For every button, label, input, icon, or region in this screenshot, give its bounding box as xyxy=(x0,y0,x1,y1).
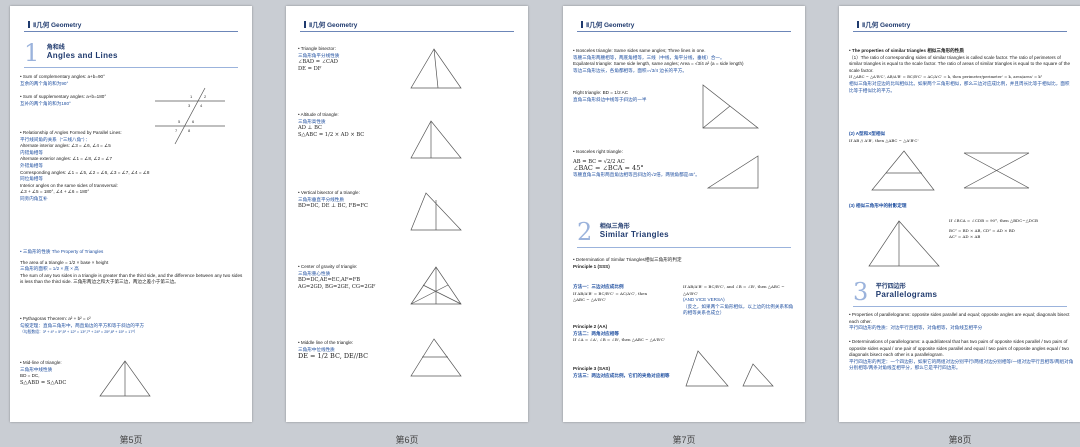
principle-sss: 方法一：三边对应成比例 If AB/A'B' = BC/B'C' = AC/A'… xyxy=(573,284,648,303)
principle-aa: Principle 2 (AA) 方法二：两角对应相等 If ∠A = ∠A', … xyxy=(573,324,666,343)
projection-triangle-diagram xyxy=(868,220,940,267)
svg-text:6: 6 xyxy=(192,119,195,124)
svg-text:2: 2 xyxy=(204,94,207,99)
isosceles-right-diagram xyxy=(706,155,759,189)
triangle-bisector: • Triangle bisector: 三角形角平分线性质 ∠BAD = ∠CA… xyxy=(298,46,340,72)
altitude-of-triangle: • Altitude of triangle: 三角形高性质 AD ⊥ BC S△A… xyxy=(298,112,365,138)
midline-triangle-diagram xyxy=(410,338,462,377)
projection-formulas: If ∠BCA = ∠CDB = 90°, then △BDC∼△DCB BC²… xyxy=(949,218,1038,240)
svg-text:1: 1 xyxy=(190,94,193,99)
page-header: Ⅱ几何 Geometry xyxy=(857,19,910,29)
triangle-properties: • 三角形的性质 The Property of Triangles The a… xyxy=(20,249,243,285)
page-number-label: 第5页 xyxy=(119,435,143,445)
a-and-x-similarity: (2) A型和X型相似 If AB // A'B', then △ABC ∼ △A… xyxy=(849,131,919,143)
page-number-label: 第6页 xyxy=(395,435,419,445)
altitude-triangle-diagram xyxy=(410,120,462,159)
page-number-label: 第8页 xyxy=(948,435,972,445)
vertical-bisector: • Vertical bisector of a triangle: 三角形垂直平… xyxy=(298,190,368,210)
right-triangle-diagram xyxy=(702,84,760,129)
page-5: Ⅱ几何 Geometry 1 角和线 Angles and Lines • Sum… xyxy=(10,6,252,422)
page-header: Ⅱ几何 Geometry xyxy=(304,19,357,29)
page-header: Ⅱ几何 Geometry xyxy=(28,19,81,29)
principle-sas-ratio: If AB/A'B' = BC/B'C', and ∠B = ∠B', then… xyxy=(683,284,794,316)
section-heading: 2 相似三角形 Similar Triangles xyxy=(577,218,669,246)
isosceles-right-triangle: • Isosceles right triangle: AB = BC = √2… xyxy=(573,149,700,177)
middle-line-of-triangle: • Middle line of the triangle: 三角形中位线性质 D… xyxy=(298,340,369,361)
isosceles-triangle: • Isosceles triangle: Same sides same an… xyxy=(573,48,744,73)
page-6: Ⅱ几何 Geometry • Triangle bisector: 三角形角平分线… xyxy=(286,6,528,422)
page-8: Ⅱ几何 Geometry • The properties of similar… xyxy=(839,6,1080,422)
page-7: Ⅱ几何 Geometry • Isosceles triangle: Same … xyxy=(563,6,805,422)
similar-triangle-properties: • The properties of similar triangles 相似… xyxy=(849,48,1071,93)
similar-triangle-determination: • Determination of Similar Triangles相似三角… xyxy=(573,257,682,269)
principle-sas: Principle 3 (SAS) 方法三：两边对应成比例，它们的夹角对应相等 xyxy=(573,366,670,378)
svg-text:3: 3 xyxy=(188,103,191,108)
complementary-angles: • Sum of complementary angles: a+b=90° 互余… xyxy=(20,74,105,86)
projection-theorem: (3) 相似三角形中的射影定理 xyxy=(849,203,907,208)
a-x-similarity-diagram xyxy=(871,150,1030,191)
svg-text:5: 5 xyxy=(178,119,181,124)
pythagoras-theorem: • Pythagoras Theorem: a² + b² = c² 勾股定理：直… xyxy=(20,316,145,335)
page-number-label: 第7页 xyxy=(672,435,696,445)
bisector-triangle-diagram xyxy=(410,48,462,89)
median-triangle-diagram xyxy=(99,360,151,397)
parallelogram-determinations: • Determinations of parallelograms: a qu… xyxy=(849,339,1074,371)
supplementary-angles: • Sum of supplementary angles: a+b=180° 互… xyxy=(20,94,107,106)
parallel-lines-angles: • Relationship of Angles Formed by Paral… xyxy=(20,130,150,201)
svg-text:4: 4 xyxy=(200,103,203,108)
similar-triangles-diagram xyxy=(685,350,774,387)
perpendicular-bisector-diagram xyxy=(410,192,462,231)
centroid-triangle-diagram xyxy=(410,266,462,305)
section-heading: 3 平行四边形 Parallelograms xyxy=(853,278,938,306)
parallelogram-properties: • Properties of parallelograms: opposite… xyxy=(849,312,1070,331)
section-heading: 1 角和线 Angles and Lines xyxy=(24,39,118,67)
page-header: Ⅱ几何 Geometry xyxy=(581,19,634,29)
center-of-gravity: • Center of gravity of triangle: 三角形重心性质 … xyxy=(298,264,376,290)
right-triangle: Right triangle: BD = 1/2 AC 直角三角形斜边中线等于斜边… xyxy=(573,90,647,102)
